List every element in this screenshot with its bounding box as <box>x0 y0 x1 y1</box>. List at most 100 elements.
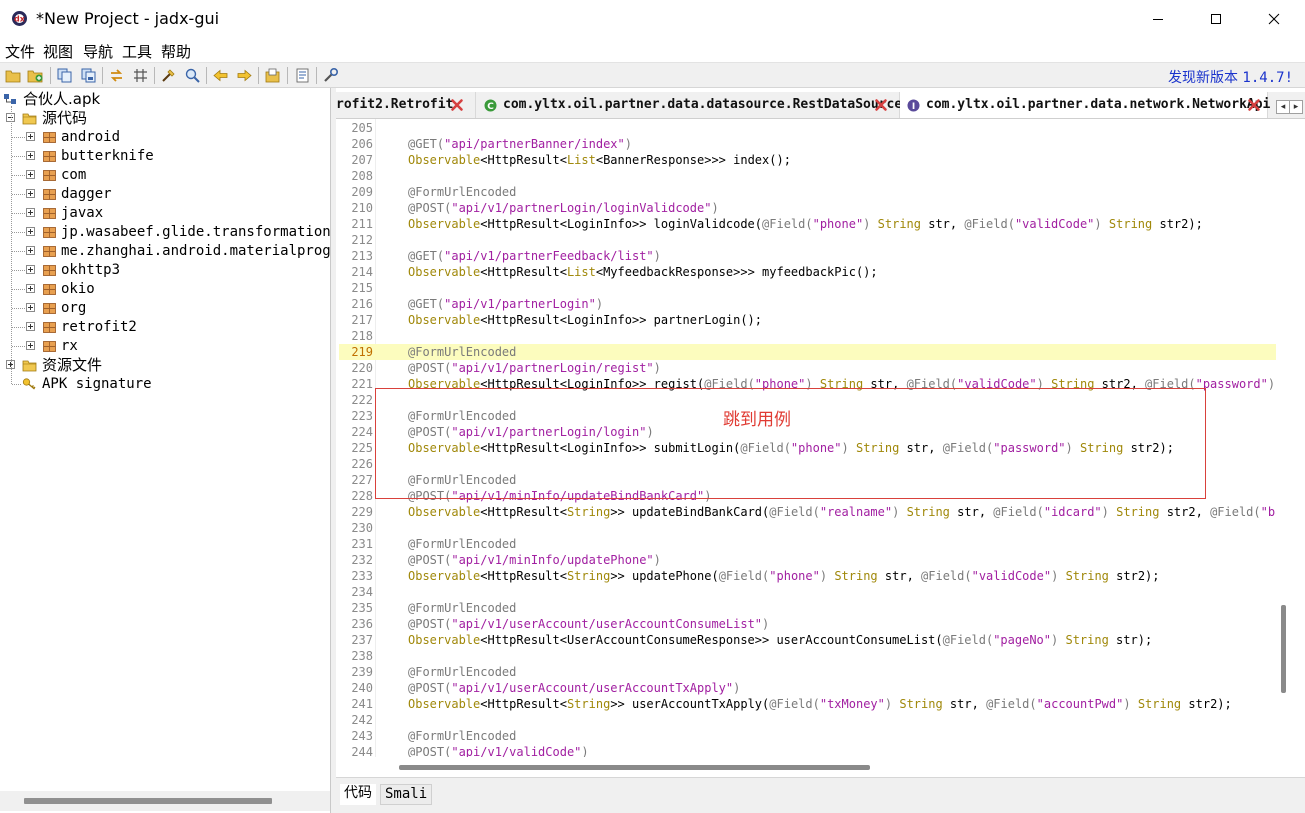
editor-vscroll-thumb[interactable] <box>1281 605 1286 693</box>
code-line[interactable]: 205 <box>339 120 1276 136</box>
back-icon[interactable] <box>212 67 229 84</box>
code-line[interactable]: 234 <box>339 584 1276 600</box>
tree-root-apk[interactable]: 合伙人.apk <box>0 90 330 109</box>
tab-code-view[interactable]: 代码 <box>340 784 376 805</box>
sync-icon[interactable] <box>108 67 125 84</box>
editor-horizontal-scrollbar[interactable] <box>339 757 1292 777</box>
code-line[interactable]: 241 Observable<HttpResult<String>> userAc… <box>339 696 1276 712</box>
tree-source-folder[interactable]: 源代码 <box>0 109 330 128</box>
tree-package-android[interactable]: android <box>0 128 330 147</box>
text-search-icon[interactable] <box>160 67 177 84</box>
forward-icon[interactable] <box>236 67 253 84</box>
menu-tools[interactable]: 工具 <box>122 41 152 62</box>
tree-package-okhttp3[interactable]: okhttp3 <box>0 261 330 280</box>
panel-splitter[interactable] <box>331 88 336 813</box>
export-icon[interactable] <box>264 67 281 84</box>
tree-apk-signature[interactable]: APK signature <box>0 375 330 394</box>
expand-icon[interactable] <box>26 322 35 331</box>
expand-icon[interactable] <box>26 170 35 179</box>
code-line[interactable]: 217 Observable<HttpResult<LoginInfo>> par… <box>339 312 1276 328</box>
code-line[interactable]: 243 @FormUrlEncoded <box>339 728 1276 744</box>
code-line[interactable]: 215 <box>339 280 1276 296</box>
expand-icon[interactable] <box>26 303 35 312</box>
code-line[interactable]: 233 Observable<HttpResult<String>> update… <box>339 568 1276 584</box>
code-line[interactable]: 216 @GET("api/v1/partnerLogin") <box>339 296 1276 312</box>
current-code-line[interactable]: 219 @FormUrlEncoded <box>339 344 1276 360</box>
expand-icon[interactable] <box>26 189 35 198</box>
code-line[interactable]: 232 @POST("api/v1/minInfo/updatePhone") <box>339 552 1276 568</box>
expand-icon[interactable] <box>26 151 35 160</box>
tree-package-dagger[interactable]: dagger <box>0 185 330 204</box>
tree-package-rx[interactable]: rx <box>0 337 330 356</box>
menu-file[interactable]: 文件 <box>5 41 35 62</box>
code-line[interactable]: 231 @FormUrlEncoded <box>339 536 1276 552</box>
tree-package-butterknife[interactable]: butterknife <box>0 147 330 166</box>
code-line[interactable]: 236 @POST("api/v1/userAccount/userAccount… <box>339 616 1276 632</box>
open-file-icon[interactable] <box>5 67 22 84</box>
code-line[interactable]: 229 Observable<HttpResult<String>> update… <box>339 504 1276 520</box>
tree-package-org[interactable]: org <box>0 299 330 318</box>
expand-icon[interactable] <box>26 246 35 255</box>
expand-icon[interactable] <box>26 265 35 274</box>
tab-scroll-right-button[interactable]: ▸ <box>1289 100 1303 114</box>
code-line[interactable]: 212 <box>339 232 1276 248</box>
code-line[interactable]: 230 <box>339 520 1276 536</box>
tab-smali-view[interactable]: Smali <box>380 784 433 805</box>
code-line[interactable]: 240 @POST("api/v1/userAccount/userAccount… <box>339 680 1276 696</box>
copy-icon[interactable] <box>56 67 73 84</box>
editor-vertical-scrollbar[interactable] <box>1276 119 1292 757</box>
grid-icon[interactable] <box>132 67 149 84</box>
menu-view[interactable]: 视图 <box>43 41 73 62</box>
code-line[interactable]: 214 Observable<HttpResult<List<Myfeedback… <box>339 264 1276 280</box>
expand-icon[interactable] <box>26 132 35 141</box>
code-line[interactable]: 210 @POST("api/v1/partnerLogin/loginValid… <box>339 200 1276 216</box>
menu-navigation[interactable]: 导航 <box>83 41 113 62</box>
code-line[interactable]: 237 Observable<HttpResult<UserAccountCons… <box>339 632 1276 648</box>
close-window-button[interactable] <box>1245 0 1303 38</box>
add-file-icon[interactable] <box>27 67 44 84</box>
expand-icon[interactable] <box>26 227 35 236</box>
tab-close-icon[interactable] <box>1247 98 1261 112</box>
minimize-button[interactable] <box>1129 0 1187 38</box>
tree-package-retrofit2[interactable]: retrofit2 <box>0 318 330 337</box>
tab-networkapi[interactable]: I com.yltx.oil.partner.data.network.Netw… <box>900 92 1270 118</box>
expand-icon[interactable] <box>26 208 35 217</box>
code-line[interactable]: 206 @GET("api/partnerBanner/index") <box>339 136 1276 152</box>
code-line[interactable]: 213 @GET("api/v1/partnerFeedback/list") <box>339 248 1276 264</box>
code-line[interactable]: 244 @POST("api/v1/validCode") <box>339 744 1276 757</box>
tree-package-jp-wasabeef-glide-transformations[interactable]: jp.wasabeef.glide.transformations <box>0 223 330 242</box>
code-line[interactable]: 208 <box>339 168 1276 184</box>
settings-icon[interactable] <box>322 67 339 84</box>
update-available-link[interactable]: 发现新版本 1.4.7! <box>1168 67 1293 87</box>
tree-connector <box>11 106 12 384</box>
code-line[interactable]: 242 <box>339 712 1276 728</box>
tab-retrofit[interactable]: rofit2.Retrofit <box>336 92 476 118</box>
code-line[interactable]: 207 Observable<HttpResult<List<BannerResp… <box>339 152 1276 168</box>
maximize-button[interactable] <box>1187 0 1245 38</box>
tree-scroll-thumb[interactable] <box>24 798 272 804</box>
tab-scroll-left-button[interactable]: ◂ <box>1276 100 1290 114</box>
log-icon[interactable] <box>294 67 311 84</box>
class-search-icon[interactable] <box>184 67 201 84</box>
tree-package-javax[interactable]: javax <box>0 204 330 223</box>
tree-horizontal-scrollbar[interactable] <box>0 791 330 811</box>
menu-help[interactable]: 帮助 <box>161 41 191 62</box>
tab-close-icon[interactable] <box>450 98 464 112</box>
tab-restdatasource[interactable]: C com.yltx.oil.partner.data.datasource.R… <box>476 92 902 118</box>
tree-package-me-zhanghai-android-materialprogre[interactable]: me.zhanghai.android.materialprogre <box>0 242 330 261</box>
editor-hscroll-thumb[interactable] <box>399 765 870 770</box>
tab-close-icon[interactable] <box>874 98 888 112</box>
tree-package-okio[interactable]: okio <box>0 280 330 299</box>
code-line[interactable]: 239 @FormUrlEncoded <box>339 664 1276 680</box>
save-all-icon[interactable] <box>80 67 97 84</box>
code-line[interactable]: 218 <box>339 328 1276 344</box>
expand-icon[interactable] <box>26 284 35 293</box>
tree-resources-folder[interactable]: 资源文件 <box>0 356 330 375</box>
code-line[interactable]: 220 @POST("api/v1/partnerLogin/regist") <box>339 360 1276 376</box>
code-line[interactable]: 211 Observable<HttpResult<LoginInfo>> log… <box>339 216 1276 232</box>
code-line[interactable]: 235 @FormUrlEncoded <box>339 600 1276 616</box>
expand-icon[interactable] <box>26 341 35 350</box>
code-line[interactable]: 209 @FormUrlEncoded <box>339 184 1276 200</box>
code-line[interactable]: 238 <box>339 648 1276 664</box>
tree-package-com[interactable]: com <box>0 166 330 185</box>
